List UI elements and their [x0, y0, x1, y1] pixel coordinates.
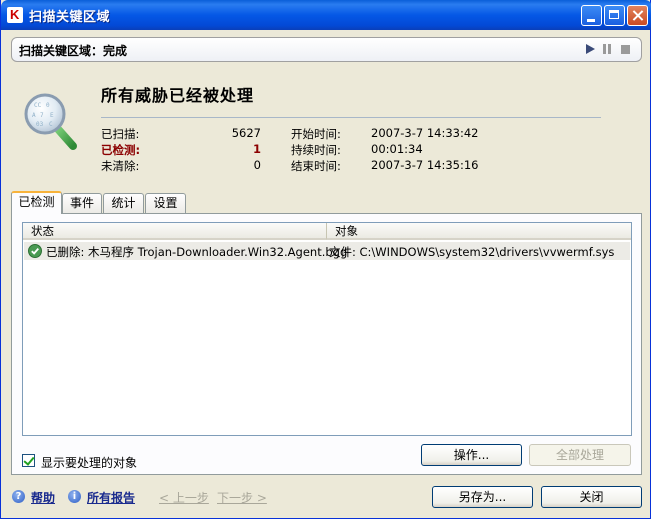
next-step-link[interactable]: 下一步 >	[217, 489, 267, 506]
column-header-state[interactable]: 状态	[23, 223, 327, 240]
detected-value: 1	[252, 142, 261, 156]
help-link[interactable]: 帮助	[31, 489, 55, 506]
scan-window: K 扫描关键区域 扫描关键区域：完成 CC 0 A7E 03 C 所有威胁已经被…	[0, 0, 651, 519]
save-as-button[interactable]: 另存为...	[432, 486, 533, 508]
title-bar[interactable]: K 扫描关键区域	[1, 0, 651, 30]
duration-label: 持续时间:	[291, 143, 341, 157]
info-icon[interactable]: i	[68, 490, 81, 503]
uncleaned-value: 0	[253, 158, 261, 172]
tab-events[interactable]: 事件	[62, 193, 102, 213]
stop-icon[interactable]	[621, 45, 630, 54]
kaspersky-app-icon: K	[7, 7, 23, 23]
close-window-button[interactable]	[627, 5, 648, 26]
play-icon[interactable]	[586, 44, 595, 54]
svg-text:C: C	[49, 121, 53, 128]
end-time-label: 结束时间:	[291, 159, 341, 173]
duration-value: 00:01:34	[371, 142, 423, 156]
svg-text:CC: CC	[34, 102, 42, 109]
tab-detected[interactable]: 已检测	[11, 191, 62, 214]
minimize-button[interactable]	[581, 5, 602, 26]
uncleaned-label: 未清除:	[101, 159, 140, 173]
tab-statistics[interactable]: 统计	[103, 193, 144, 213]
svg-text:E: E	[50, 112, 54, 119]
table-row[interactable]: 已删除: 木马程序 Trojan-Downloader.Win32.Agent.…	[24, 242, 630, 260]
divider	[101, 117, 601, 118]
svg-text:03: 03	[36, 121, 44, 128]
row-state-text: 已删除: 木马程序 Trojan-Downloader.Win32.Agent.…	[46, 245, 348, 259]
help-icon[interactable]: ?	[12, 490, 25, 503]
svg-text:0: 0	[46, 102, 50, 109]
process-all-button[interactable]: 全部处理	[529, 444, 631, 466]
result-headline: 所有威胁已经被处理	[101, 86, 255, 105]
detected-label: 已检测:	[101, 143, 141, 157]
detected-list[interactable]: 状态 对象 已删除: 木马程序 Trojan-Downloader.Win32.…	[22, 222, 632, 436]
prev-step-link[interactable]: < 上一步	[159, 489, 209, 506]
start-time-value: 2007-3-7 14:33:42	[371, 126, 479, 140]
svg-text:A: A	[32, 112, 36, 119]
row-object-text: 文件: C:\WINDOWS\system32\drivers\vvwermf.…	[329, 245, 615, 259]
all-reports-link[interactable]: 所有报告	[87, 489, 135, 506]
scanned-label: 已扫描:	[101, 127, 140, 141]
close-button[interactable]: 关闭	[541, 486, 642, 508]
pause-icon[interactable]	[603, 44, 611, 54]
scan-status-header: 扫描关键区域：完成	[11, 37, 642, 62]
maximize-button[interactable]	[604, 5, 625, 26]
show-objects-label[interactable]: 显示要处理的对象	[41, 454, 137, 471]
end-time-value: 2007-3-7 14:35:16	[371, 158, 479, 172]
start-time-label: 开始时间:	[291, 127, 341, 141]
tab-settings[interactable]: 设置	[145, 193, 186, 213]
scan-status-text: 扫描关键区域：完成	[19, 44, 128, 58]
svg-text:7: 7	[40, 112, 44, 119]
deleted-check-icon	[28, 244, 42, 258]
show-objects-checkbox[interactable]	[22, 454, 35, 467]
scanned-value: 5627	[231, 126, 261, 140]
action-button[interactable]: 操作...	[421, 444, 522, 466]
window-title: 扫描关键区域	[29, 10, 111, 25]
column-header-object[interactable]: 对象	[327, 223, 631, 240]
magnifier-scan-icon: CC 0 A7E 03 C	[24, 93, 77, 150]
